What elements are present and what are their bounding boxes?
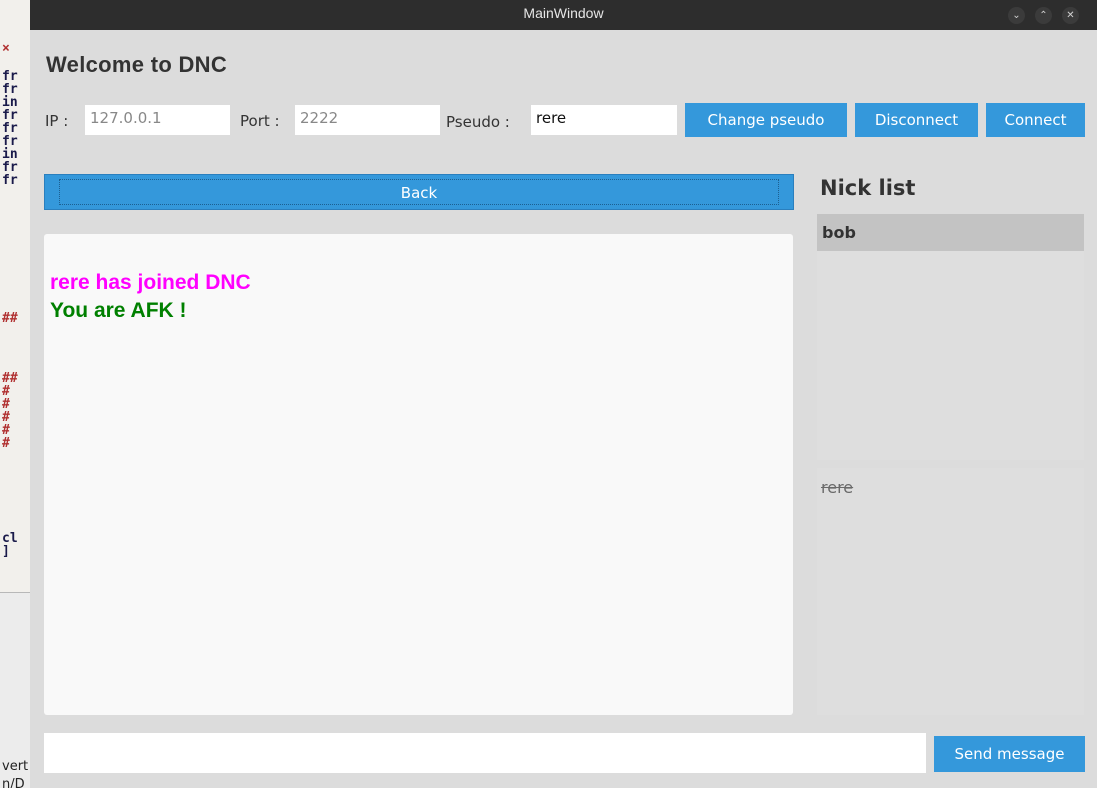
ip-input[interactable]: 127.0.0.1 (85, 105, 230, 135)
port-label: Port : (240, 112, 280, 130)
away-nick-list[interactable]: rere (817, 468, 1084, 715)
close-icon: ✕ (1066, 10, 1075, 21)
chat-log[interactable]: rere has joined DNC You are AFK ! (44, 234, 793, 715)
change-pseudo-button[interactable]: Change pseudo (685, 103, 847, 137)
window-title: MainWindow (523, 5, 604, 21)
list-item[interactable]: bob (817, 214, 1084, 251)
back-button-label: Back (59, 179, 779, 205)
minimize-button[interactable]: ⌄ (1008, 7, 1025, 24)
nick-list[interactable]: bob (817, 214, 1084, 460)
back-button[interactable]: Back (44, 174, 794, 210)
page-title: Welcome to DNC (46, 52, 228, 77)
pseudo-input[interactable]: rere (531, 105, 677, 135)
nick-list-title: Nick list (820, 176, 916, 200)
chat-message: You are AFK ! (50, 299, 187, 322)
main-window: Welcome to DNC IP : 127.0.0.1 Port : 222… (30, 30, 1097, 788)
connect-button[interactable]: Connect (986, 103, 1085, 137)
maximize-button[interactable]: ⌃ (1035, 7, 1052, 24)
disconnect-button[interactable]: Disconnect (855, 103, 978, 137)
chevron-up-icon: ⌃ (1039, 10, 1048, 21)
message-input[interactable] (44, 733, 926, 773)
list-item[interactable]: rere (821, 478, 853, 497)
ip-label: IP : (45, 112, 69, 130)
window-titlebar[interactable]: MainWindow ⌄ ⌃ ✕ (30, 0, 1097, 30)
chat-message: rere has joined DNC (50, 271, 251, 294)
chevron-down-icon: ⌄ (1012, 10, 1021, 21)
send-message-button[interactable]: Send message (934, 736, 1085, 772)
close-button[interactable]: ✕ (1062, 7, 1079, 24)
pseudo-label: Pseudo : (446, 113, 510, 131)
port-input[interactable]: 2222 (295, 105, 440, 135)
background-editor: × fr fr in fr fr fr in fr fr ## ## # # #… (0, 0, 30, 788)
